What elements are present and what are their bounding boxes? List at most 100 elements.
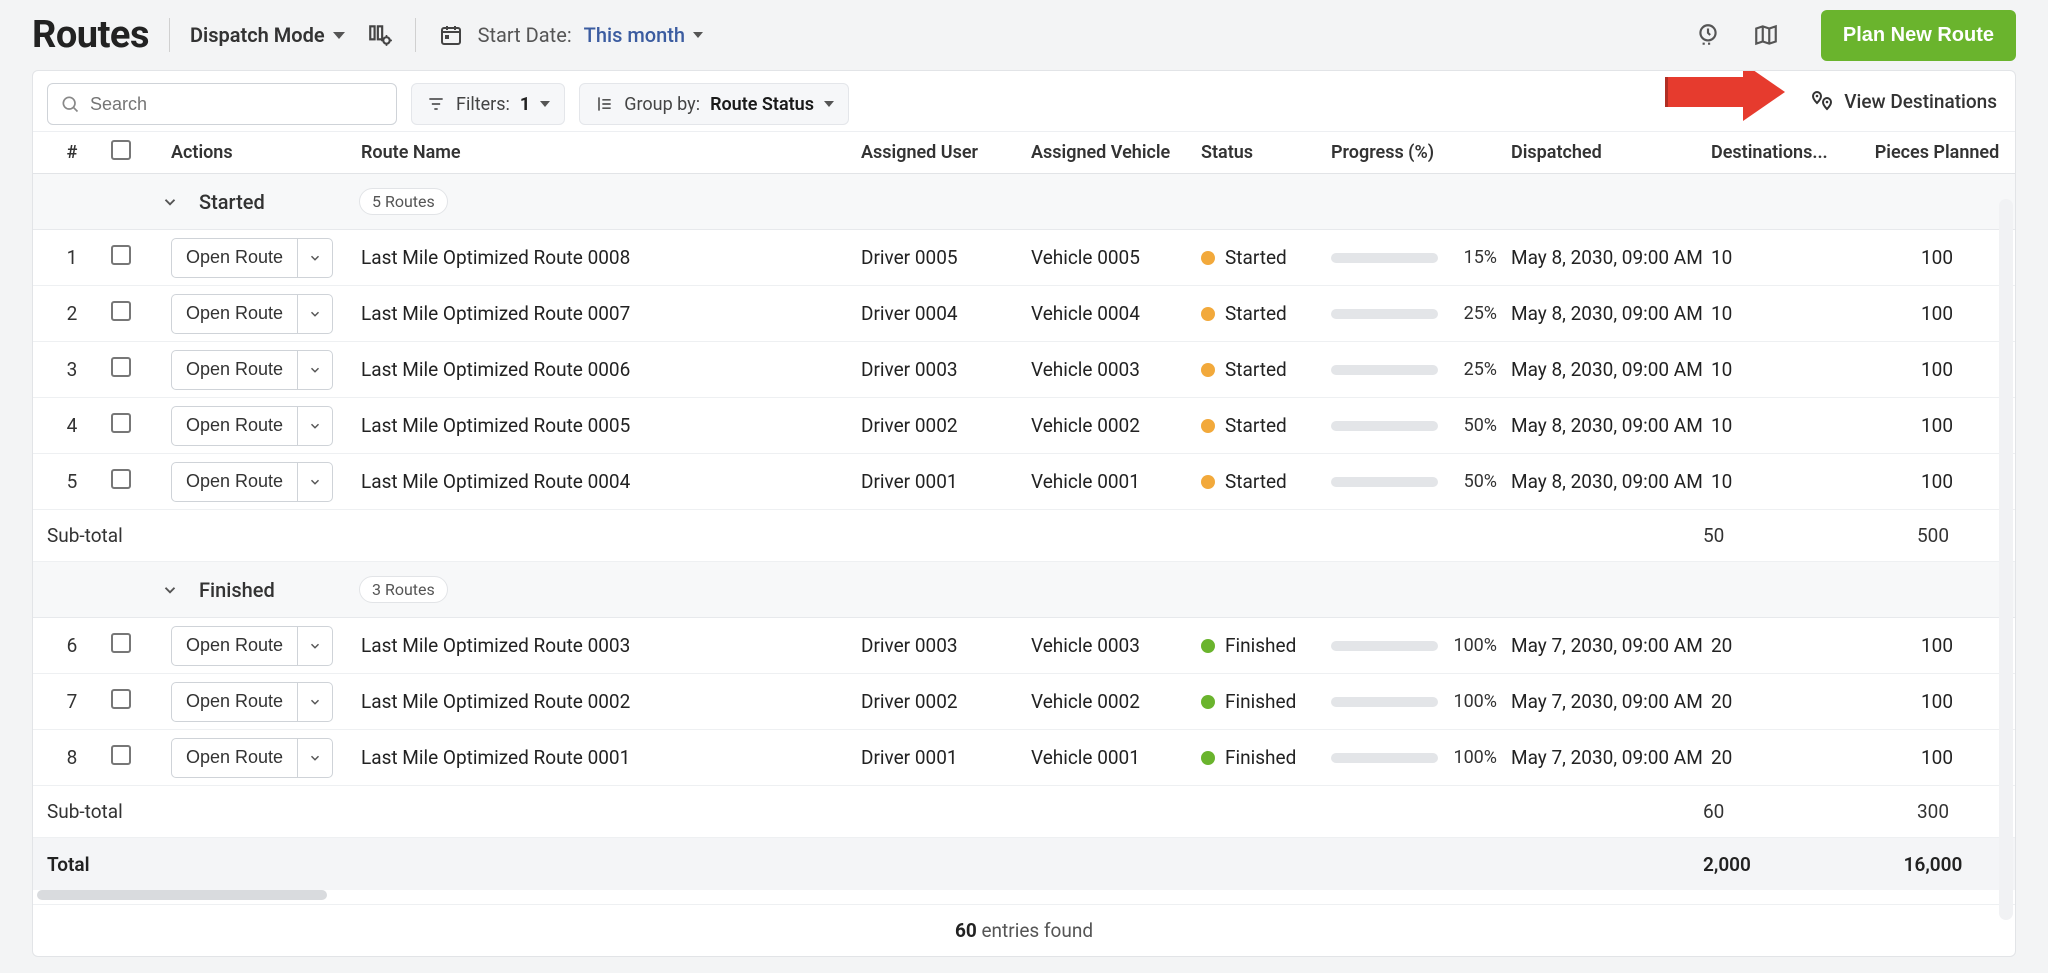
col-pieces-planned[interactable]: Pieces Planned (1863, 142, 2003, 163)
divider (415, 18, 416, 52)
status-cell: Started (1193, 302, 1323, 325)
row-checkbox[interactable] (111, 413, 131, 433)
open-route-button[interactable]: Open Route (171, 738, 297, 778)
open-route-button[interactable]: Open Route (171, 294, 297, 334)
open-route-menu[interactable] (297, 462, 333, 502)
pieces-cell: 100 (1863, 302, 2003, 325)
assigned-user-cell: Driver 0005 (853, 246, 1023, 269)
select-all-checkbox[interactable] (111, 140, 131, 160)
row-checkbox[interactable] (111, 633, 131, 653)
timeline-icon[interactable] (1693, 20, 1723, 50)
entries-suffix: entries found (977, 919, 1093, 942)
total-label: Total (33, 853, 353, 876)
assigned-vehicle-cell: Vehicle 0004 (1023, 302, 1193, 325)
table-row: 3 Open Route Last Mile Optimized Route 000… (33, 342, 2015, 398)
assigned-user-cell: Driver 0002 (853, 414, 1023, 437)
col-status[interactable]: Status (1193, 142, 1323, 163)
subtotal-label: Sub-total (33, 524, 353, 547)
row-index: 5 (33, 470, 103, 493)
table-row: 6Open RouteLast Mile Optimized Route 000… (33, 618, 2015, 674)
dispatch-mode-select[interactable]: Dispatch Mode (190, 23, 345, 47)
subtotal-destinations: 60 (1703, 800, 1863, 823)
row-checkbox[interactable] (111, 357, 131, 377)
group-row[interactable]: Finished3 Routes (33, 562, 2015, 618)
route-name-cell[interactable]: Last Mile Optimized Route 0002 (353, 690, 853, 713)
search-input[interactable] (90, 94, 384, 115)
view-destinations-button[interactable]: View Destinations (1810, 71, 1997, 131)
route-config-icon[interactable] (365, 20, 395, 50)
assigned-vehicle-cell: Vehicle 0005 (1023, 246, 1193, 269)
dispatched-cell: May 7, 2030, 09:00 AM (1503, 634, 1703, 657)
col-actions[interactable]: Actions (163, 142, 353, 163)
pieces-cell: 100 (1863, 746, 2003, 769)
col-index[interactable]: # (33, 142, 103, 163)
destinations-cell: 10 (1703, 358, 1863, 381)
col-route-name[interactable]: Route Name (353, 142, 853, 163)
open-route-menu[interactable] (297, 406, 333, 446)
progress-cell: 100% (1323, 635, 1503, 656)
row-checkbox[interactable] (111, 469, 131, 489)
search-input-wrap[interactable] (47, 83, 397, 125)
open-route-button[interactable]: Open Route (171, 350, 297, 390)
open-route-menu[interactable] (297, 238, 333, 278)
group-row[interactable]: Started5 Routes (33, 174, 2015, 230)
destinations-cell: 10 (1703, 470, 1863, 493)
row-checkbox[interactable] (111, 745, 131, 765)
open-route-button[interactable]: Open Route (171, 682, 297, 722)
open-route-button[interactable]: Open Route (171, 238, 297, 278)
route-name-cell[interactable]: Last Mile Optimized Route 0005 (353, 414, 853, 437)
calendar-icon[interactable] (436, 20, 466, 50)
route-name-cell[interactable]: Last Mile Optimized Route 0007 (353, 302, 853, 325)
open-route-menu[interactable] (297, 626, 333, 666)
start-date-label: Start Date: (478, 23, 572, 47)
chevron-down-icon (824, 101, 834, 107)
col-destinations[interactable]: Destinations... (1703, 142, 1863, 163)
pieces-cell: 100 (1863, 414, 2003, 437)
total-row: Total 2,000 16,000 (33, 838, 2015, 890)
dispatched-cell: May 8, 2030, 09:00 AM (1503, 358, 1703, 381)
subtotal-row: Sub-total60300 (33, 786, 2015, 838)
row-index: 3 (33, 358, 103, 381)
open-route-button[interactable]: Open Route (171, 462, 297, 502)
open-route-menu[interactable] (297, 738, 333, 778)
status-dot-icon (1201, 475, 1215, 489)
chevron-down-icon (540, 101, 550, 107)
start-date-value[interactable]: This month (584, 23, 703, 47)
row-index: 7 (33, 690, 103, 713)
route-name-cell[interactable]: Last Mile Optimized Route 0001 (353, 746, 853, 769)
route-name-cell[interactable]: Last Mile Optimized Route 0004 (353, 470, 853, 493)
route-name-cell[interactable]: Last Mile Optimized Route 0006 (353, 358, 853, 381)
row-checkbox[interactable] (111, 301, 131, 321)
open-route-menu[interactable] (297, 682, 333, 722)
destinations-cell: 20 (1703, 634, 1863, 657)
plan-new-route-button[interactable]: Plan New Route (1821, 10, 2016, 61)
col-assigned-vehicle[interactable]: Assigned Vehicle (1023, 142, 1193, 163)
filters-button[interactable]: Filters: 1 (411, 83, 565, 125)
progress-cell: 50% (1323, 471, 1503, 492)
status-cell: Finished (1193, 690, 1323, 713)
chevron-down-icon (161, 193, 179, 211)
vertical-scrollbar[interactable] (1999, 199, 2013, 920)
col-progress[interactable]: Progress (%) (1323, 142, 1503, 163)
row-checkbox[interactable] (111, 689, 131, 709)
status-dot-icon (1201, 695, 1215, 709)
col-dispatched[interactable]: Dispatched (1503, 142, 1703, 163)
group-by-button[interactable]: Group by: Route Status (579, 83, 849, 125)
row-checkbox[interactable] (111, 245, 131, 265)
col-assigned-user[interactable]: Assigned User (853, 142, 1023, 163)
route-name-cell[interactable]: Last Mile Optimized Route 0008 (353, 246, 853, 269)
dispatched-cell: May 8, 2030, 09:00 AM (1503, 246, 1703, 269)
open-route-button[interactable]: Open Route (171, 406, 297, 446)
route-name-cell[interactable]: Last Mile Optimized Route 0003 (353, 634, 853, 657)
open-route-menu[interactable] (297, 294, 333, 334)
dispatched-cell: May 7, 2030, 09:00 AM (1503, 746, 1703, 769)
assigned-user-cell: Driver 0001 (853, 746, 1023, 769)
open-route-menu[interactable] (297, 350, 333, 390)
destinations-cell: 10 (1703, 414, 1863, 437)
open-route-button[interactable]: Open Route (171, 626, 297, 666)
subtotal-row: Sub-total50500 (33, 510, 2015, 562)
map-icon[interactable] (1751, 20, 1781, 50)
row-index: 8 (33, 746, 103, 769)
horizontal-scrollbar[interactable] (33, 890, 2015, 904)
group-count-badge: 5 Routes (359, 188, 448, 215)
